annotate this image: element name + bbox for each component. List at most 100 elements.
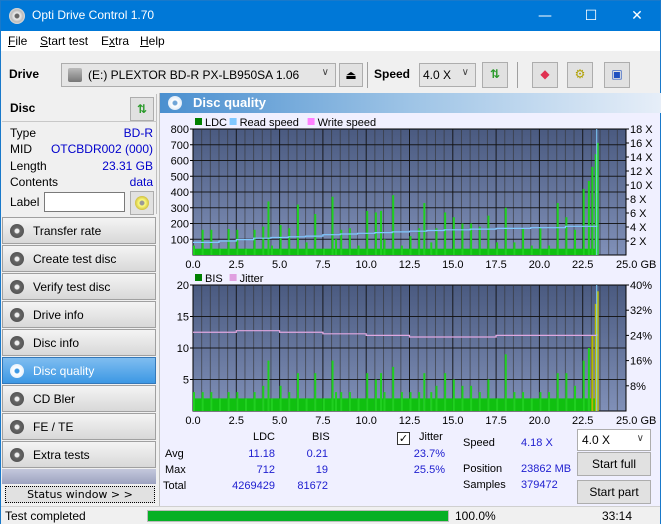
avg-jitter: 23.7%: [413, 448, 445, 460]
row-label-avg: Avg: [165, 448, 184, 460]
field-value: data: [129, 175, 153, 189]
nav-verify-test-disc[interactable]: Verify test disc: [2, 273, 156, 300]
y-tick-label: 200: [171, 219, 189, 231]
start-full-button[interactable]: Start full: [577, 452, 651, 476]
maximize-button[interactable]: ☐: [568, 1, 614, 31]
bar-spike: [193, 392, 195, 411]
elapsed-time: 33:14: [602, 509, 633, 523]
erase-button[interactable]: ◆: [532, 62, 558, 88]
bar-spike: [270, 398, 273, 411]
bar-spike: [296, 373, 299, 411]
menu-help[interactable]: Help: [140, 34, 165, 48]
speed-label: Speed: [374, 67, 411, 81]
disc-icon: [168, 96, 182, 110]
bar-spike: [587, 348, 590, 411]
nav-label: Extra tests: [33, 448, 90, 462]
nav-disc-quality[interactable]: Disc quality: [2, 357, 156, 384]
x-tick-label: 22.5: [572, 415, 593, 427]
bar-spike: [262, 385, 265, 411]
x-tick-label: 0.0: [185, 415, 200, 427]
y-tick-label: 400: [171, 187, 189, 199]
disc-refresh-button[interactable]: ⇅: [130, 97, 154, 121]
left-panel: Disc ⇅ Type BD-R MID OTCBDR002 (000) Lengt…: [1, 93, 159, 506]
y2-tick-label: 32%: [630, 305, 652, 317]
nav-label: Verify test disc: [33, 280, 111, 294]
bar-spike: [574, 385, 577, 411]
close-button[interactable]: ✕: [614, 1, 660, 31]
bar-spike: [444, 373, 447, 411]
bar-spike: [539, 228, 542, 255]
nav-fe-te[interactable]: FE / TE: [2, 413, 156, 440]
y2-tick-label: 10 X: [630, 180, 653, 192]
bar-spike: [435, 385, 438, 411]
status-bar: Test completed 100.0% 33:14: [1, 506, 660, 524]
bar-spike: [236, 392, 239, 411]
y2-tick-label: 8 X: [630, 194, 647, 206]
bar-spike: [539, 392, 542, 411]
bar-spike: [296, 204, 299, 255]
speed-stat-value: 4.18 X: [521, 437, 553, 449]
eject-button[interactable]: ⏏: [339, 63, 363, 87]
legend-label: Jitter: [240, 273, 264, 285]
bar-spike: [556, 203, 559, 255]
start-part-button[interactable]: Start part: [577, 480, 651, 504]
bar-spike: [340, 392, 343, 411]
refresh-button[interactable]: ⇅: [482, 62, 508, 88]
y-tick-label: 600: [171, 156, 189, 168]
drive-select[interactable]: (E:) PLEXTOR BD-R PX-LB950SA 1.06 ∨: [61, 63, 336, 87]
y2-tick-label: 24%: [630, 330, 652, 342]
status-window-button[interactable]: Status window > >: [5, 486, 155, 503]
nav-transfer-rate[interactable]: Transfer rate: [2, 217, 156, 244]
col-header-ldc: LDC: [253, 431, 276, 443]
menu-extra[interactable]: Extra: [101, 34, 129, 48]
bar-spike: [305, 398, 308, 411]
panel-header: Disc quality: [160, 93, 661, 113]
nav-label: Drive info: [33, 308, 84, 322]
bar-spike: [253, 392, 256, 411]
field-key: Label: [10, 195, 40, 209]
samples-value: 379472: [521, 479, 558, 491]
bar-spike: [314, 214, 317, 255]
y2-tick-label: 8%: [630, 381, 646, 393]
settings-button[interactable]: ⚙: [567, 62, 593, 88]
jitter-checkbox[interactable]: ✓: [397, 432, 410, 445]
y-tick-label: 800: [171, 124, 189, 136]
legend-swatch: [195, 274, 202, 281]
bar-spike: [582, 360, 585, 411]
test-speed-select[interactable]: 4.0 X ∨: [577, 429, 651, 451]
label-apply-button[interactable]: [130, 191, 154, 215]
bar-spike: [470, 385, 473, 411]
minimize-button[interactable]: —: [522, 1, 568, 31]
toolbar: Drive (E:) PLEXTOR BD-R PX-LB950SA 1.06 …: [1, 51, 660, 93]
bar-spike: [227, 392, 230, 411]
nav-extra-tests[interactable]: Extra tests: [2, 441, 156, 468]
drive-label: Drive: [9, 67, 40, 81]
bar-spike: [452, 217, 455, 255]
nav-cd-bler[interactable]: CD Bler: [2, 385, 156, 412]
bar-spike: [267, 360, 270, 411]
menu-file[interactable]: File: [8, 34, 27, 48]
nav-drive-info[interactable]: Drive info: [2, 301, 156, 328]
menu-bar: File Start test Extra Help: [1, 31, 660, 51]
bar-spike: [478, 226, 481, 255]
menu-start-test[interactable]: Start test: [40, 34, 88, 48]
nav-disc-info[interactable]: Disc info: [2, 329, 156, 356]
nav-create-test-disc[interactable]: Create test disc: [2, 245, 156, 272]
total-bis: 81672: [297, 480, 328, 492]
x-tick-label: 7.5: [315, 415, 330, 427]
save-button[interactable]: ▣: [604, 62, 630, 88]
save-icon: ▣: [611, 67, 623, 81]
field-value: BD-R: [123, 126, 153, 140]
toolbar-separator: [367, 62, 368, 88]
speed-select[interactable]: 4.0 X ∨: [419, 63, 476, 87]
avg-ldc: 11.18: [248, 448, 275, 460]
status-text: Test completed: [5, 509, 86, 523]
disc-quality-panel: Disc quality LDC Read speed Write speed 100…: [159, 93, 661, 506]
bar-spike: [288, 392, 291, 411]
avg-bis: 0.21: [306, 448, 328, 460]
app-disc-icon: [9, 8, 25, 24]
x-tick-label: 20.0: [529, 415, 550, 427]
bar-spike: [218, 398, 221, 411]
label-input[interactable]: [44, 192, 125, 212]
bar-spike: [548, 392, 551, 411]
